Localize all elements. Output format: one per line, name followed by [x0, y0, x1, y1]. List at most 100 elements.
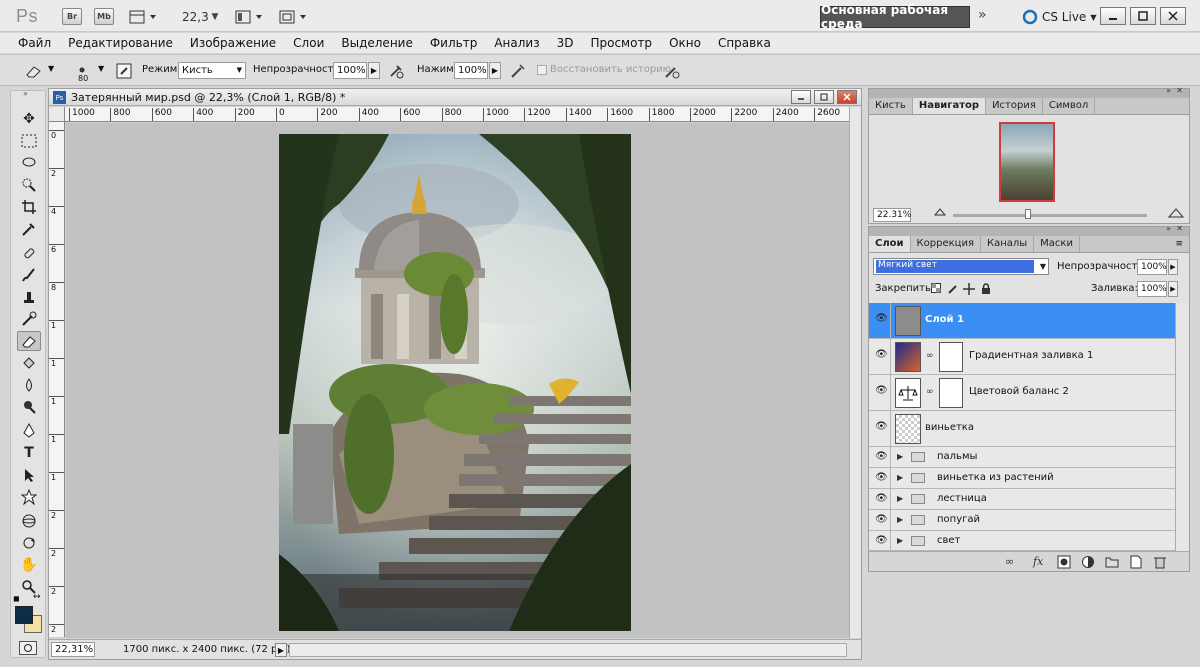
- blur-tool-icon[interactable]: [17, 375, 41, 395]
- restore-button[interactable]: [1130, 7, 1156, 25]
- foreground-color-swatch[interactable]: [15, 606, 33, 624]
- new-layer-icon[interactable]: [1129, 555, 1143, 569]
- tab-navigator[interactable]: Навигатор: [912, 98, 987, 114]
- status-menu-arrow-icon[interactable]: ▶: [275, 643, 287, 657]
- move-tool-icon[interactable]: ✥: [17, 109, 41, 129]
- lock-all-icon[interactable]: [981, 283, 991, 295]
- layer-group-row[interactable]: 👁 ▶ лестница: [869, 489, 1175, 510]
- layer-row[interactable]: 👁 ∞ Цветовой баланс 2: [869, 375, 1175, 411]
- layer-row[interactable]: 👁 ∞ Градиентная заливка 1: [869, 339, 1175, 375]
- clone-stamp-tool-icon[interactable]: [17, 287, 41, 307]
- chain-link-icon[interactable]: ∞: [926, 387, 934, 397]
- tab-character[interactable]: Символ: [1043, 98, 1096, 114]
- lock-pixels-icon[interactable]: [947, 283, 959, 295]
- fill-field[interactable]: 100%: [1137, 281, 1167, 297]
- cs-live-button[interactable]: CS Live ▼: [1022, 9, 1096, 25]
- pressure-slider-arrow-icon[interactable]: ▶: [489, 62, 501, 79]
- document-horizontal-scrollbar[interactable]: [289, 643, 847, 657]
- tools-collapse-icon[interactable]: »: [23, 89, 28, 98]
- ruler-origin[interactable]: [49, 107, 65, 122]
- dodge-tool-icon[interactable]: [17, 397, 41, 417]
- shape-tool-icon[interactable]: [17, 487, 41, 507]
- expand-triangle-icon[interactable]: ▶: [897, 536, 903, 545]
- airbrush-pressure-icon[interactable]: [386, 61, 406, 81]
- expand-triangle-icon[interactable]: ▶: [897, 515, 903, 524]
- chain-link-icon[interactable]: ∞: [926, 351, 934, 361]
- panel-header-strip[interactable]: » ✕: [869, 224, 1189, 236]
- navigator-preview[interactable]: [999, 122, 1055, 202]
- eye-icon[interactable]: 👁: [875, 421, 889, 432]
- layers-scrollbar[interactable]: [1175, 303, 1189, 551]
- quick-selection-tool-icon[interactable]: [17, 175, 41, 195]
- navigator-zoom-slider[interactable]: [953, 214, 1147, 217]
- workspace-more-icon[interactable]: »: [978, 6, 987, 24]
- tool-preset-arrow-icon[interactable]: ▼: [48, 64, 54, 73]
- close-button[interactable]: [1160, 7, 1186, 25]
- tab-layers[interactable]: Слои: [869, 236, 911, 252]
- doc-restore-button[interactable]: [814, 90, 834, 104]
- layer-group-row[interactable]: 👁 ▶ свет: [869, 531, 1175, 551]
- panel-close-icon[interactable]: ✕: [1176, 86, 1183, 95]
- marquee-tool-icon[interactable]: [17, 131, 41, 151]
- workspace-button[interactable]: Основная рабочая среда: [820, 3, 970, 31]
- 3d-orbit-tool-icon[interactable]: [17, 533, 41, 553]
- minimize-button[interactable]: [1100, 7, 1126, 25]
- layer-group-row[interactable]: 👁 ▶ попугай: [869, 510, 1175, 531]
- blend-mode-select[interactable]: Мягкий свет ▼: [873, 258, 1049, 275]
- eraser-tool-icon[interactable]: [17, 331, 41, 351]
- eye-icon[interactable]: 👁: [875, 514, 889, 525]
- hand-tool-icon[interactable]: ✋: [17, 555, 41, 575]
- brush-panel-toggle-icon[interactable]: [114, 61, 134, 81]
- restore-history-checkbox[interactable]: [537, 65, 547, 75]
- fill-arrow-icon[interactable]: ▶: [1168, 281, 1178, 297]
- view-extras-dropdown[interactable]: [128, 8, 160, 26]
- doc-minimize-button[interactable]: [791, 90, 811, 104]
- crop-tool-icon[interactable]: [17, 197, 41, 217]
- layer-opacity-field[interactable]: 100%: [1137, 259, 1167, 275]
- menu-window[interactable]: Окно: [669, 36, 701, 50]
- navigator-zoom-field[interactable]: 22.31%: [873, 208, 911, 222]
- paint-bucket-tool-icon[interactable]: [17, 353, 41, 373]
- expand-triangle-icon[interactable]: ▶: [897, 494, 903, 503]
- panel-collapse-icon[interactable]: »: [1166, 224, 1171, 233]
- menu-view[interactable]: Просмотр: [590, 36, 652, 50]
- document-tab[interactable]: Ps Затерянный мир.psd @ 22,3% (Слой 1, R…: [49, 89, 861, 106]
- delete-layer-icon[interactable]: [1153, 555, 1167, 569]
- eraser-preset-icon[interactable]: [24, 61, 44, 81]
- zoom-dropdown-arrow[interactable]: ▼: [210, 8, 220, 26]
- swap-colors-icon[interactable]: ↔: [33, 592, 41, 602]
- layers-panel-menu-icon[interactable]: ≡: [1175, 239, 1183, 249]
- type-tool-icon[interactable]: T: [17, 443, 41, 463]
- menu-file[interactable]: Файл: [18, 36, 51, 50]
- menu-help[interactable]: Справка: [718, 36, 771, 50]
- add-mask-icon[interactable]: [1057, 555, 1071, 569]
- pen-tool-icon[interactable]: [17, 421, 41, 441]
- eyedropper-tool-icon[interactable]: [17, 219, 41, 239]
- history-brush-tool-icon[interactable]: [17, 309, 41, 329]
- opacity-slider-arrow-icon[interactable]: ▶: [368, 62, 380, 79]
- layer-row[interactable]: 👁 Слой 1: [869, 303, 1175, 339]
- eye-icon[interactable]: 👁: [875, 535, 889, 546]
- tab-masks[interactable]: Маски: [1034, 236, 1080, 252]
- eye-icon[interactable]: 👁: [875, 385, 889, 396]
- panel-header-strip[interactable]: » ✕: [869, 86, 1189, 98]
- expand-triangle-icon[interactable]: ▶: [897, 452, 903, 461]
- eye-icon[interactable]: 👁: [875, 493, 889, 504]
- opacity-field[interactable]: 100%: [333, 62, 367, 79]
- bridge-button[interactable]: Br: [62, 8, 82, 25]
- tab-adjustments[interactable]: Коррекция: [911, 236, 981, 252]
- menu-select[interactable]: Выделение: [341, 36, 412, 50]
- horizontal-ruler[interactable]: 1000 800 600 400 200 0 200 400 600 800 1000 1200 140…: [65, 107, 849, 122]
- link-layers-icon[interactable]: ∞: [1005, 555, 1014, 568]
- minibridge-button[interactable]: Mb: [94, 8, 114, 25]
- menu-3d[interactable]: 3D: [557, 36, 574, 50]
- menu-analysis[interactable]: Анализ: [494, 36, 539, 50]
- lasso-tool-icon[interactable]: [17, 153, 41, 173]
- eye-icon[interactable]: 👁: [875, 313, 889, 324]
- quick-mask-button[interactable]: [19, 641, 37, 655]
- lock-position-icon[interactable]: [963, 283, 975, 295]
- zoom-level[interactable]: 22,3: [182, 10, 209, 24]
- menu-filter[interactable]: Фильтр: [430, 36, 477, 50]
- brush-tool-icon[interactable]: [17, 265, 41, 285]
- mode-select[interactable]: Кисть ▼: [178, 62, 246, 79]
